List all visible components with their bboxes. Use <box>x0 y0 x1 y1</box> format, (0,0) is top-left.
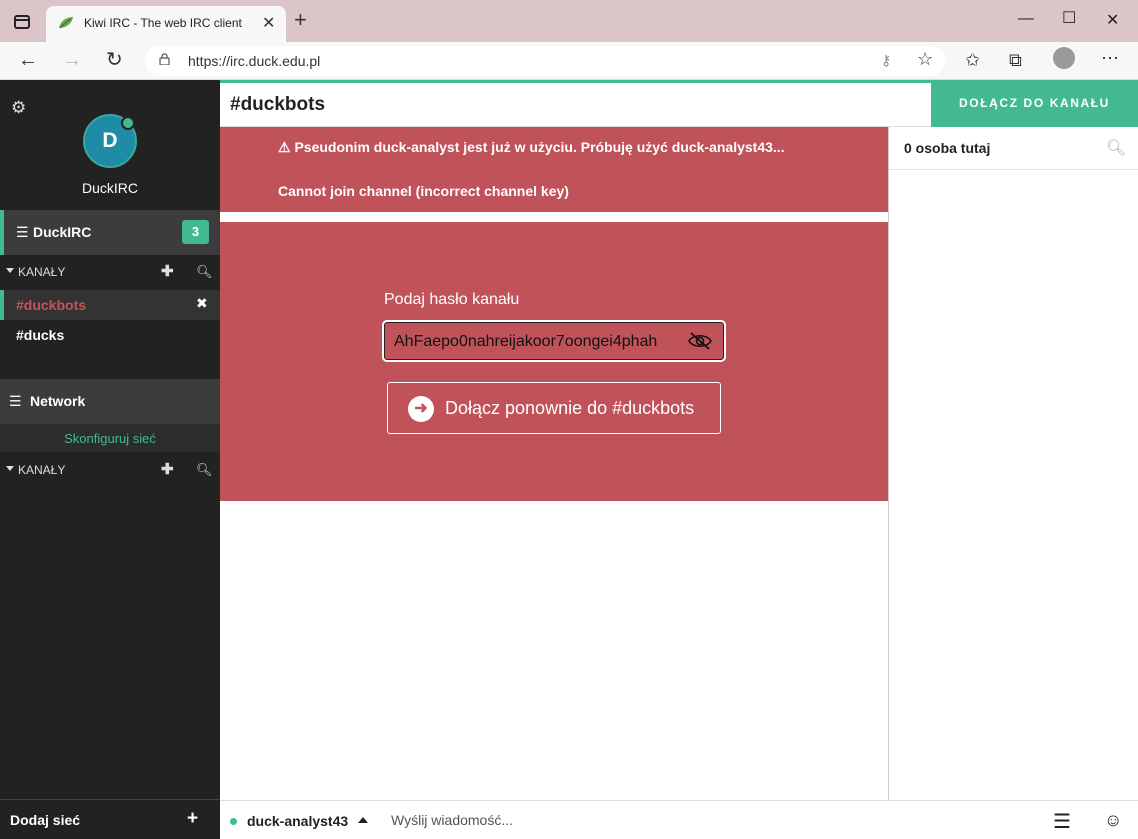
message-input[interactable]: Wyślij wiadomość... <box>391 812 513 828</box>
url-bar[interactable]: https://irc.duck.edu.pl ⚷ ☆ <box>145 46 945 76</box>
back-icon[interactable]: ← <box>18 49 38 71</box>
network-header-duckirc[interactable]: ☰ DuckIRC 3 <box>0 210 220 255</box>
add-channel-icon[interactable]: ✚ <box>161 460 174 478</box>
message-area: ⚠ Pseudonim duck-analyst jest już w użyc… <box>220 127 888 800</box>
channel-title: #duckbots <box>230 94 326 115</box>
tab-switch-icon[interactable] <box>14 15 30 29</box>
search-icon[interactable]: 🔍︎ <box>196 462 213 478</box>
network-name: DuckIRC <box>33 224 92 240</box>
user-name: DuckIRC <box>81 180 138 196</box>
channel-header: #duckbots DOŁĄCZ DO KANAŁU <box>220 80 1138 127</box>
plus-icon[interactable]: + <box>187 808 198 830</box>
close-window-icon[interactable]: ✕ <box>1106 10 1119 30</box>
favicon <box>59 17 73 29</box>
emoji-icon[interactable]: ☺ <box>1104 810 1122 831</box>
search-icon[interactable]: 🔍︎ <box>1106 138 1126 158</box>
channel-key-panel: Podaj hasło kanału AhFaepo0nahreijakoor7… <box>220 222 888 501</box>
channels-section-header[interactable]: KANAŁY ✚ 🔍︎ <box>0 454 220 486</box>
online-status-icon <box>121 116 135 130</box>
channel-name: #duckbots <box>16 297 87 313</box>
lock-icon[interactable] <box>159 53 170 65</box>
close-icon[interactable]: ✕ <box>262 13 275 33</box>
join-channel-button[interactable]: DOŁĄCZ DO KANAŁU <box>931 80 1138 127</box>
favorites-icon[interactable]: ✩ <box>965 50 980 70</box>
key-icon[interactable]: ⚷ <box>881 52 891 69</box>
collections-icon[interactable]: ⧉ <box>1009 50 1022 70</box>
rejoin-button[interactable]: ➜ Dołącz ponownie do #duckbots <box>387 382 721 434</box>
star-add-icon[interactable]: ☆ <box>917 49 933 70</box>
network-header-network[interactable]: ☰ Network <box>0 379 220 424</box>
minimize-icon[interactable]: — <box>1018 10 1034 28</box>
user-list-header: 0 osoba tutaj 🔍︎ <box>889 127 1138 170</box>
browser-tab[interactable]: Kiwi IRC - The web IRC client ✕ <box>46 6 286 42</box>
url-text[interactable]: https://irc.duck.edu.pl <box>188 53 320 69</box>
server-icon: ☰ <box>16 224 29 240</box>
add-channel-icon[interactable]: ✚ <box>161 262 174 280</box>
channels-section-header[interactable]: KANAŁY ✚ 🔍︎ <box>0 256 220 288</box>
input-bar: duck-analyst43 Wyślij wiadomość... ☰ ☺ <box>220 800 1138 839</box>
search-icon[interactable]: 🔍︎ <box>196 264 213 280</box>
section-label: KANAŁY <box>18 265 66 279</box>
channel-key-input[interactable]: AhFaepo0nahreijakoor7oongei4phah <box>382 320 726 362</box>
configure-network-link[interactable]: Skonfiguruj sieć <box>0 424 220 452</box>
user-list: 0 osoba tutaj 🔍︎ <box>888 127 1138 800</box>
sidebar: ⚙ D DuckIRC ☰ DuckIRC 3 KANAŁY ✚ 🔍︎ #duc… <box>0 80 220 839</box>
close-icon[interactable]: ✖ <box>196 295 208 312</box>
caret-down-icon[interactable] <box>6 268 14 273</box>
network-name: Network <box>30 393 86 409</box>
eye-slash-icon[interactable] <box>688 331 712 351</box>
key-value[interactable]: AhFaepo0nahreijakoor7oongei4phah <box>394 333 657 351</box>
key-label: Podaj hasło kanału <box>384 291 520 308</box>
channel-name: #ducks <box>16 327 65 343</box>
caret-up-icon[interactable] <box>358 817 368 823</box>
address-toolbar: ← → ↻ https://irc.duck.edu.pl ⚷ ☆ ✩ ⧉ ⋯ <box>0 42 1138 80</box>
channel-item-duckbots[interactable]: #duckbots ✖ <box>0 290 220 320</box>
gear-icon[interactable]: ⚙ <box>11 98 26 118</box>
plus-icon[interactable]: + <box>294 9 307 31</box>
profile-icon[interactable] <box>1053 47 1075 69</box>
add-network-button[interactable]: Dodaj sieć + <box>0 799 220 839</box>
forward-icon[interactable]: → <box>62 49 82 71</box>
arrow-circle-right-icon: ➜ <box>408 396 434 422</box>
error-alert: ⚠ Pseudonim duck-analyst jest już w użyc… <box>220 127 888 212</box>
unread-badge: 3 <box>182 220 209 244</box>
channel-item-ducks[interactable]: #ducks <box>0 320 220 350</box>
user-count: 0 osoba tutaj <box>904 140 991 156</box>
nick-in-use-message: ⚠ Pseudonim duck-analyst jest już w użyc… <box>278 139 785 155</box>
tab-title: Kiwi IRC - The web IRC client <box>84 16 242 30</box>
join-error-message: Cannot join channel (incorrect channel k… <box>278 183 569 199</box>
server-icon: ☰ <box>9 393 22 409</box>
more-icon[interactable]: ⋯ <box>1101 48 1119 68</box>
menu-icon[interactable]: ☰ <box>1053 809 1071 834</box>
section-label: KANAŁY <box>18 463 66 477</box>
maximize-icon[interactable]: ☐ <box>1062 8 1076 28</box>
nick-button[interactable]: duck-analyst43 <box>247 813 348 829</box>
online-status-icon <box>230 818 237 825</box>
add-network-label: Dodaj sieć <box>10 812 81 828</box>
refresh-icon[interactable]: ↻ <box>106 49 123 71</box>
rejoin-label: Dołącz ponownie do #duckbots <box>445 398 695 418</box>
browser-titlebar: Kiwi IRC - The web IRC client ✕ + — ☐ ✕ <box>0 0 1138 42</box>
caret-down-icon[interactable] <box>6 466 14 471</box>
